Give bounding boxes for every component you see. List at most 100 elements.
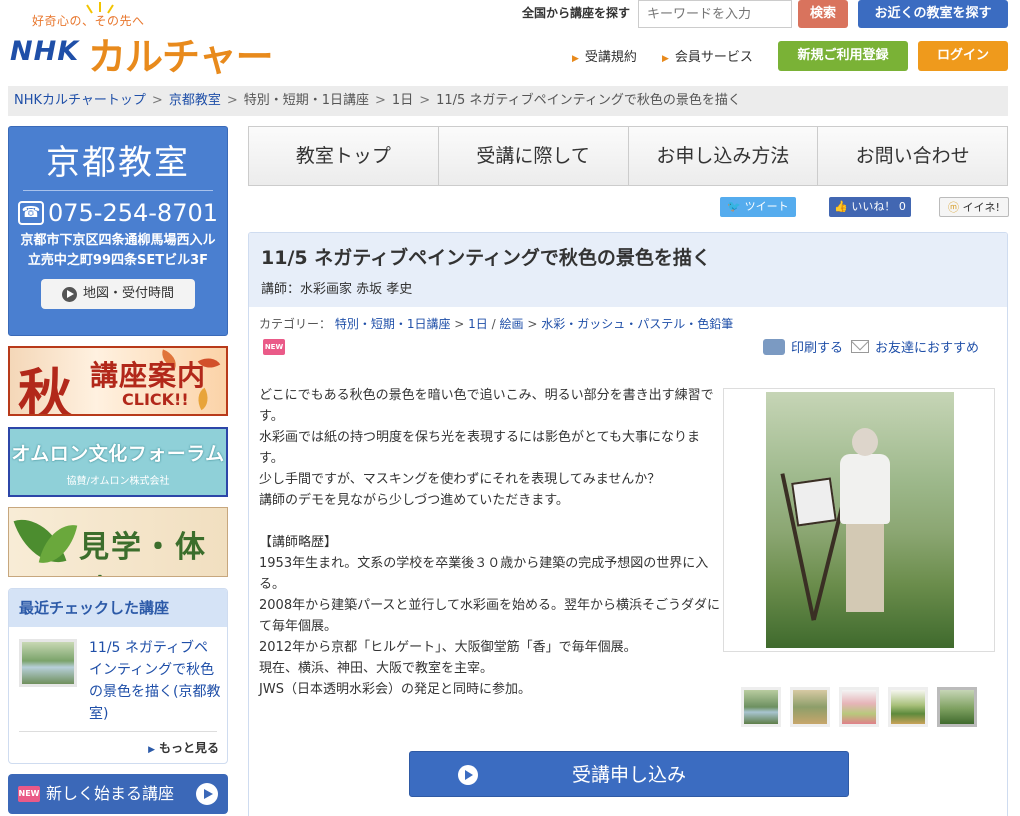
- course-teacher: 講師：水彩画家 赤坂 孝史: [261, 282, 413, 297]
- course-description: どこにでもある秋色の景色を暗い色で追いこみ、明るい部分を書き出す練習です。 水彩…: [259, 385, 721, 700]
- school-phone[interactable]: ☎ 075-254-8701: [9, 199, 227, 227]
- desc-line: 1953年生まれ。文系の学校を卒業後３０歳から建築の完成予想図の世界に入る。: [259, 556, 709, 592]
- logo-nhk[interactable]: NHK: [10, 36, 79, 67]
- painter-body: [840, 454, 890, 524]
- new-badge-icon: NEW: [263, 339, 285, 355]
- thumbs-up-icon: 👍: [834, 200, 848, 213]
- twitter-icon: 🐦: [727, 200, 742, 213]
- print-link[interactable]: 印刷する: [763, 337, 843, 356]
- search-input[interactable]: [638, 0, 792, 28]
- banner-omron-sub: 協賛/オムロン株式会社: [66, 476, 170, 487]
- play-circle-icon: [458, 765, 478, 785]
- autumn-course-banner[interactable]: 秋 講座案内 CLICK!!: [8, 346, 228, 416]
- map-hours-button[interactable]: 地図・受付時間: [41, 279, 195, 309]
- desc-line: 水彩画では紙の持つ明度を保ち光を表現するには影色がとても大事になります。: [259, 430, 700, 466]
- member-service-link[interactable]: ▶ 会員サービス: [662, 46, 753, 65]
- recent-heading: 最近チェックした講座: [9, 589, 227, 627]
- painter-photo: [766, 392, 954, 648]
- play-circle-icon: [196, 783, 218, 805]
- recent-course-link[interactable]: 11/5 ネガティブペインティングで秋色の景色を描く(京都教室): [89, 637, 221, 725]
- mixi-check-button[interactable]: ⓜ イイネ!: [939, 197, 1009, 217]
- category-link[interactable]: 1日: [468, 317, 488, 331]
- tab-how-to-apply[interactable]: お申し込み方法: [629, 127, 819, 185]
- banner-aki-char: 秋: [18, 362, 72, 416]
- phone-icon: ☎: [17, 201, 44, 225]
- map-hours-label: 地図・受付時間: [82, 286, 174, 301]
- desc-line: 少し手間ですが、マスキングを使わずにそれを表現してみませんか？: [259, 472, 661, 487]
- new-courses-button[interactable]: NEW 新しく始まる講座: [8, 774, 228, 814]
- canvas-board: [791, 477, 837, 527]
- course-title: 11/5 ネガティブペインティングで秋色の景色を描く: [261, 247, 711, 269]
- facebook-like-button[interactable]: 👍 いいね！ 0: [829, 197, 911, 217]
- category-link[interactable]: 水彩・ガッシュ・パステル・色鉛筆: [541, 317, 733, 331]
- category-link[interactable]: 特別・短期・1日講座: [335, 317, 451, 331]
- thumbnail-2[interactable]: [790, 687, 830, 727]
- breadcrumb-separator: >: [226, 93, 238, 108]
- mail-icon: [851, 340, 869, 353]
- school-address: 京都市下京区四条通柳馬場西入ル 立売中之町99四条SETビル3F: [20, 233, 216, 268]
- breadcrumb-item-special: 特別・短期・1日講座: [243, 93, 370, 108]
- recent-thumbnail[interactable]: [19, 639, 77, 687]
- printer-icon: [763, 338, 785, 355]
- breadcrumb-separator: >: [419, 93, 431, 108]
- photo-thumbnails: [741, 687, 977, 727]
- breadcrumb-separator: >: [151, 93, 163, 108]
- school-info-box: 京都教室 ☎ 075-254-8701 京都市下京区四条通柳馬場西入ル 立売中之…: [8, 126, 228, 336]
- thumbnail-5[interactable]: [937, 687, 977, 727]
- painter-legs: [846, 522, 884, 612]
- arrow-right-icon: ▶: [572, 54, 579, 64]
- thumbnail-3[interactable]: [839, 687, 879, 727]
- tweet-button[interactable]: 🐦 ツイート: [720, 197, 796, 217]
- breadcrumb-link-kyoto[interactable]: 京都教室: [169, 93, 221, 108]
- omron-forum-banner[interactable]: オムロン文化フォーラム 協賛/オムロン株式会社: [8, 427, 228, 497]
- triangle-right-icon: ▶: [148, 745, 155, 755]
- thumbnail-4[interactable]: [888, 687, 928, 727]
- breadcrumb-separator: >: [375, 93, 386, 108]
- thumbnail-1[interactable]: [741, 687, 781, 727]
- course-main-photo: [723, 388, 995, 652]
- desc-line: 【講師略歴】: [259, 535, 338, 550]
- desc-line: 講師のデモを見ながら少しづつ進めていただきます。: [259, 493, 569, 508]
- more-link[interactable]: ▶ もっと見る: [148, 739, 219, 756]
- terms-link[interactable]: ▶ 受講規約: [572, 46, 637, 65]
- banner-aki-click: CLICK!!: [122, 390, 189, 409]
- new-badge-icon: NEW: [18, 786, 40, 802]
- login-button[interactable]: ログイン: [918, 41, 1008, 71]
- apply-label: 受講申し込み: [571, 764, 686, 786]
- school-name: 京都教室: [46, 143, 190, 183]
- register-button[interactable]: 新規ご利用登録: [778, 41, 908, 71]
- course-header: 11/5 ネガティブペインティングで秋色の景色を描く 講師：水彩画家 赤坂 孝史: [249, 233, 1007, 307]
- breadcrumb-link-top[interactable]: NHKカルチャートップ: [14, 93, 146, 108]
- logo-culture[interactable]: カルチャー: [88, 26, 274, 81]
- breadcrumb: NHKカルチャートップ > 京都教室 > 特別・短期・1日講座 >1日 >11/5 ネガティ…: [8, 86, 1008, 116]
- search-label: 全国から講座を探す: [522, 6, 631, 20]
- tab-attendance[interactable]: 受講に際して: [439, 127, 629, 185]
- category-label: カテゴリー：: [259, 317, 332, 331]
- mixi-icon: ⓜ: [948, 201, 960, 214]
- painter-head: [852, 428, 878, 456]
- desc-line: どこにでもある秋色の景色を暗い色で追いこみ、明るい部分を書き出す練習です。: [259, 388, 714, 424]
- banner-omron-title: オムロン文化フォーラム: [11, 443, 225, 465]
- desc-line: 2008年から建築パースと並行して水彩画を始める。翌年から横浜そごうダダにて毎年…: [259, 598, 721, 634]
- play-circle-icon: [61, 286, 77, 302]
- divider: [19, 731, 217, 732]
- category-link[interactable]: 絵画: [499, 317, 523, 331]
- school-nav: 教室トップ 受講に際して お申し込み方法 お問い合わせ: [248, 126, 1008, 186]
- trial-banner[interactable]: 見学・体験: [8, 507, 228, 577]
- banner-aki-title: 講座案内: [90, 359, 207, 392]
- desc-line: 現在、横浜、神田、大阪で教室を主宰。: [259, 661, 494, 676]
- tab-school-top[interactable]: 教室トップ: [249, 127, 439, 185]
- course-detail: 11/5 ネガティブペインティングで秋色の景色を描く 講師：水彩画家 赤坂 孝史…: [248, 232, 1008, 816]
- desc-line: [259, 511, 721, 532]
- sun-icon: [86, 2, 114, 14]
- search-button[interactable]: 検索: [798, 0, 848, 28]
- new-courses-label: 新しく始まる講座: [46, 784, 175, 803]
- desc-line: JWS（日本透明水彩会）の発足と同時に参加。: [259, 682, 531, 697]
- tab-contact[interactable]: お問い合わせ: [818, 127, 1007, 185]
- phone-number: 075-254-8701: [47, 199, 218, 227]
- apply-button[interactable]: 受講申し込み: [409, 751, 849, 797]
- breadcrumb-current: 11/5 ネガティブペインティングで秋色の景色を描く: [436, 93, 741, 108]
- recently-viewed-box: 最近チェックした講座 11/5 ネガティブペインティングで秋色の景色を描く(京都…: [8, 588, 228, 764]
- recommend-link[interactable]: お友達におすすめ: [851, 337, 979, 356]
- find-nearby-button[interactable]: お近くの教室を探す: [858, 0, 1008, 28]
